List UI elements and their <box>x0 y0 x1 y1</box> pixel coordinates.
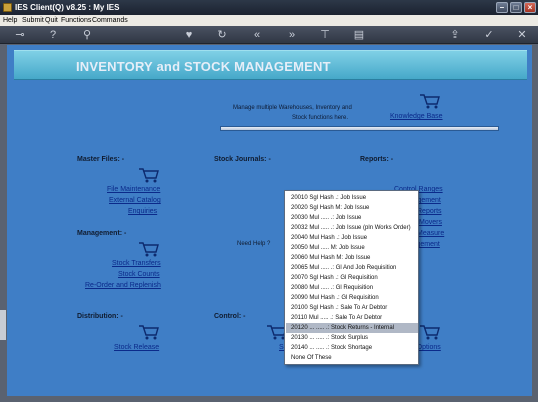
list-item[interactable]: 20090 Mul Hash .: Gl Requisition <box>286 293 418 303</box>
help-icon[interactable]: ? <box>46 28 60 42</box>
measure-link[interactable]: Measure <box>417 230 444 237</box>
enquiries-link[interactable]: Enquiries <box>128 208 157 215</box>
close-window-button[interactable]: × <box>524 2 536 13</box>
search-icon[interactable]: ⚲ <box>80 28 94 42</box>
list-item[interactable]: 20060 Mul Hash M: Job Issue <box>286 253 418 263</box>
maximize-button[interactable]: □ <box>510 2 522 13</box>
upload-icon[interactable]: ⇪ <box>448 28 462 42</box>
list-item[interactable]: None Of These <box>286 353 418 363</box>
reports-link[interactable]: Reports <box>417 208 442 215</box>
list-item[interactable]: 20080 Mul ..... .: Gl Requisition <box>286 283 418 293</box>
cart-icon <box>139 168 159 183</box>
stock-transfers-link[interactable]: Stock Transfers <box>112 260 161 267</box>
list-item[interactable]: 20040 Mul Hash .: Job Issue <box>286 233 418 243</box>
knowledge-base-link[interactable]: Knowledge Base <box>390 113 443 120</box>
menu-submit[interactable]: Submit <box>22 17 44 24</box>
re-order-replenish-link[interactable]: Re-Order and Replenish <box>85 282 161 289</box>
cart-icon <box>420 325 440 340</box>
file-maintenance-link[interactable]: File Maintenance <box>107 186 160 193</box>
journal-dropdown-list: 20010 Sgl Hash .: Job Issue 20020 Sgl Ha… <box>284 190 419 365</box>
cart-icon <box>139 325 159 340</box>
master-files-header: Master Files: - <box>77 156 125 163</box>
window-titlebar: IES Client(Q) v8.25 : My IES – □ × <box>0 0 538 15</box>
menu-quit[interactable]: Quit <box>45 17 58 24</box>
menu-functions[interactable]: Functions <box>61 17 91 24</box>
intro-text-line1: Manage multiple Warehouses, Inventory an… <box>233 105 352 111</box>
reports-header: Reports: - <box>360 156 394 163</box>
toolbar: ⊸ ? ⚲ ♥ ↻ « » ⊤ ▤ ⇪ ✓ ✕ <box>0 26 538 44</box>
stock-journals-header: Stock Journals: - <box>214 156 271 163</box>
menubar: Help Submit Quit Functions Commands <box>0 15 538 26</box>
list-item[interactable]: 20010 Sgl Hash .: Job Issue <box>286 193 418 203</box>
list-item[interactable]: 20050 Mul ..... M: Job Issue <box>286 243 418 253</box>
page-title: INVENTORY and STOCK MANAGEMENT <box>76 59 331 74</box>
need-help-text: Need Help ? <box>237 241 271 247</box>
list-item[interactable]: 20100 Sgl Hash .: Sale To Ar Debtor <box>286 303 418 313</box>
list-item[interactable]: 20065 Mul ..... .: Gl And Job Requisitio… <box>286 263 418 273</box>
list-item[interactable]: 20140 ... ..... .: Stock Shortage <box>286 343 418 353</box>
cart-icon <box>420 94 440 109</box>
list-item[interactable]: 20030 Mul ..... .: Job Issue <box>286 213 418 223</box>
key-icon[interactable]: ⊸ <box>10 28 30 42</box>
list-item[interactable]: 20020 Sgl Hash M: Job Issue <box>286 203 418 213</box>
distribution-header: Distribution: - <box>77 313 123 320</box>
progress-bar <box>220 126 499 131</box>
list-item[interactable]: 20032 Mul ..... .: Job Issue (pln Works … <box>286 223 418 233</box>
stock-release-link[interactable]: Stock Release <box>114 344 159 351</box>
check-icon[interactable]: ✓ <box>482 28 496 42</box>
management-header: Management: - <box>77 230 127 237</box>
side-handle[interactable] <box>0 310 6 340</box>
minimize-button[interactable]: – <box>496 2 508 13</box>
list-item[interactable]: 20130 ... ..... .: Stock Surplus <box>286 333 418 343</box>
heart-icon[interactable]: ♥ <box>182 28 196 42</box>
main-content: INVENTORY and STOCK MANAGEMENT Manage mu… <box>7 45 532 396</box>
document-icon[interactable]: ▤ <box>352 28 366 42</box>
pin-icon[interactable]: ⊤ <box>318 28 332 42</box>
close-icon[interactable]: ✕ <box>515 28 529 42</box>
page-banner: INVENTORY and STOCK MANAGEMENT <box>14 50 527 80</box>
menu-help[interactable]: Help <box>3 17 17 24</box>
list-item[interactable]: 20070 Sgl Hash .: Gl Requisition <box>286 273 418 283</box>
cart-icon <box>139 242 159 257</box>
window-title: IES Client(Q) v8.25 : My IES <box>15 3 120 12</box>
control-header: Control: - <box>214 313 246 320</box>
rewind-icon[interactable]: « <box>250 28 264 42</box>
menu-commands[interactable]: Commands <box>92 17 128 24</box>
fast-forward-icon[interactable]: » <box>285 28 299 42</box>
movers-link[interactable]: Movers <box>419 219 442 226</box>
stock-counts-link[interactable]: Stock Counts <box>118 271 160 278</box>
refresh-icon[interactable]: ↻ <box>215 28 229 42</box>
app-icon <box>3 3 12 12</box>
list-item-selected[interactable]: 20120 ... ..... .: Stock Returns - Inter… <box>286 323 418 333</box>
external-catalog-link[interactable]: External Catalog <box>109 197 161 204</box>
list-item[interactable]: 20110 Mul ..... .: Sale To Ar Debtor <box>286 313 418 323</box>
intro-text-line2: Stock functions here. <box>292 115 349 121</box>
